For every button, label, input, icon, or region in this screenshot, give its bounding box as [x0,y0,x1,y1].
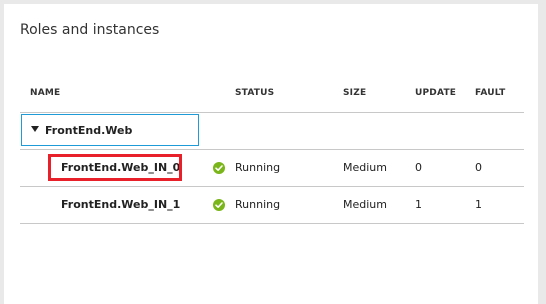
instance-name[interactable]: FrontEnd.Web_IN_1 [61,198,180,211]
status-text: Running [235,198,281,211]
check-circle-icon [213,162,225,174]
role-group-selection[interactable]: FrontEnd.Web [21,114,199,146]
size-value: Medium [343,161,387,174]
column-header-status[interactable]: STATUS [235,88,274,98]
column-header-size[interactable]: SIZE [343,88,366,98]
column-header-fault[interactable]: FAULT [475,88,506,98]
role-group-label[interactable]: FrontEnd.Web [45,124,132,137]
update-domain-value: 0 [415,161,422,174]
column-header-name[interactable]: NAME [30,88,60,98]
roles-and-instances-panel: Roles and instances NAME STATUS SIZE UPD… [4,4,538,304]
table-row[interactable]: FrontEnd.Web_IN_0 Running Medium 0 0 [20,150,524,187]
check-circle-icon [213,199,225,211]
highlight-box [48,154,182,181]
table-row[interactable]: FrontEnd.Web_IN_1 Running Medium 1 1 [20,187,524,224]
roles-table: NAME STATUS SIZE UPDATE FAULT FrontEnd.W… [20,76,524,224]
caret-down-icon[interactable] [31,126,39,132]
fault-domain-value: 1 [475,198,482,211]
size-value: Medium [343,198,387,211]
update-domain-value: 1 [415,198,422,211]
role-group-row[interactable]: FrontEnd.Web [20,113,524,150]
fault-domain-value: 0 [475,161,482,174]
panel-title: Roles and instances [20,22,160,38]
column-header-update[interactable]: UPDATE [415,88,456,98]
status-text: Running [235,161,281,174]
table-header: NAME STATUS SIZE UPDATE FAULT [20,76,524,113]
